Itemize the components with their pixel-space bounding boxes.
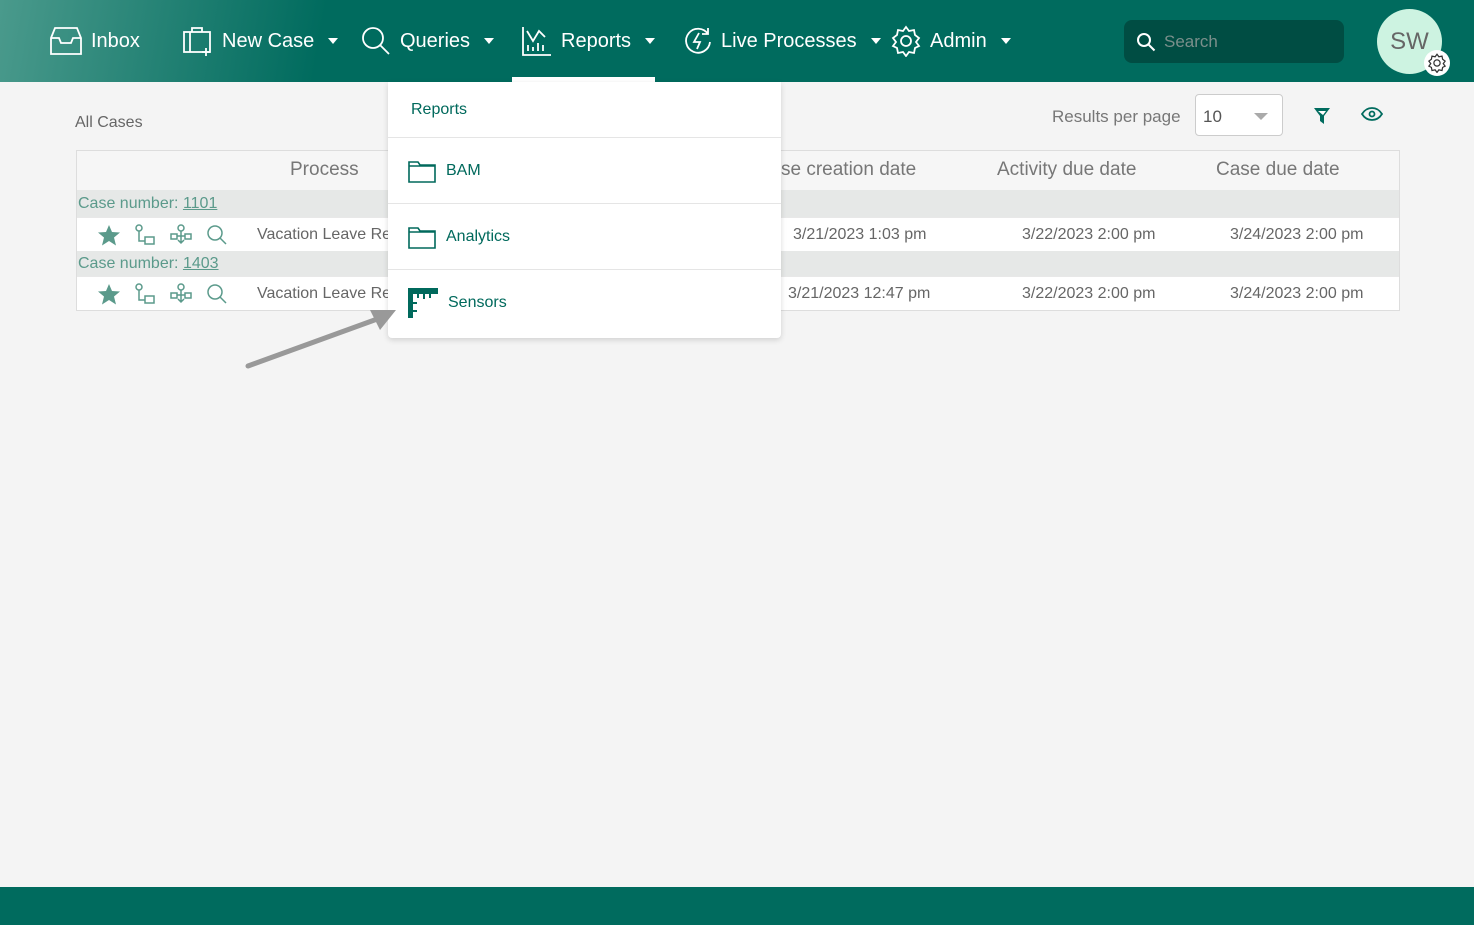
menu-item-sensors[interactable]: Sensors [388,270,781,336]
nav-queries[interactable]: Queries [360,0,495,82]
magnify-icon[interactable] [205,283,229,305]
column-header-activity-due-date[interactable]: Activity due date [997,159,1136,181]
menu-item-analytics[interactable]: Analytics [388,204,781,270]
process-flow-icon[interactable] [133,224,157,246]
footer-bar [0,887,1474,925]
process-flow-icon[interactable] [133,283,157,305]
gear-icon [891,25,921,57]
settings-gear-icon[interactable] [1424,50,1450,76]
nav-live-processes[interactable]: Live Processes [683,0,881,82]
filter-icon[interactable] [1312,106,1332,126]
nav-new-case[interactable]: New Case [182,0,339,82]
results-per-page-label: Results per page [1052,107,1181,126]
folder-icon [408,226,436,249]
reports-chart-icon [522,27,551,56]
case-number-link[interactable]: 1403 [183,255,219,272]
sensor-icon [408,288,438,318]
folder-icon [408,160,436,183]
eye-icon[interactable] [1361,105,1383,123]
results-per-page-select[interactable]: 10 [1195,94,1283,136]
chevron-down-icon [870,38,881,44]
new-case-icon [183,27,211,56]
star-icon[interactable] [97,283,121,305]
chevron-down-icon [1000,38,1011,44]
annotation-arrow [245,310,396,369]
star-icon[interactable] [97,224,121,246]
top-nav-bar: Inbox New Case Queries Reports Live Proc… [0,0,1474,82]
chevron-down-icon [484,38,495,44]
search-icon [362,27,390,55]
live-process-icon [685,27,711,54]
nav-reports[interactable]: Reports [521,0,656,82]
case-number-link[interactable]: 1101 [183,195,217,212]
search-input[interactable] [1164,31,1334,52]
search-box[interactable] [1124,20,1344,63]
chevron-down-icon [645,38,656,44]
chevron-down-icon [328,38,339,44]
search-icon [1137,32,1156,51]
nav-admin[interactable]: Admin [890,0,1011,82]
page-title: All Cases [75,114,143,131]
chevron-down-icon [1254,113,1268,120]
nav-inbox[interactable]: Inbox [49,0,140,82]
column-header-case-due-date[interactable]: Case due date [1216,159,1340,181]
menu-header: Reports [388,82,781,138]
menu-item-bam[interactable]: BAM [388,138,781,204]
column-header-process[interactable]: Process [290,159,359,181]
process-diagram-icon[interactable] [169,283,193,305]
magnify-icon[interactable] [205,224,229,246]
inbox-icon [50,27,82,55]
reports-dropdown-menu: Reports BAM Analytics Sensors [388,82,781,338]
user-avatar[interactable]: SW [1377,9,1450,76]
process-diagram-icon[interactable] [169,224,193,246]
column-header-case-creation-date[interactable]: se creation date [781,159,916,181]
